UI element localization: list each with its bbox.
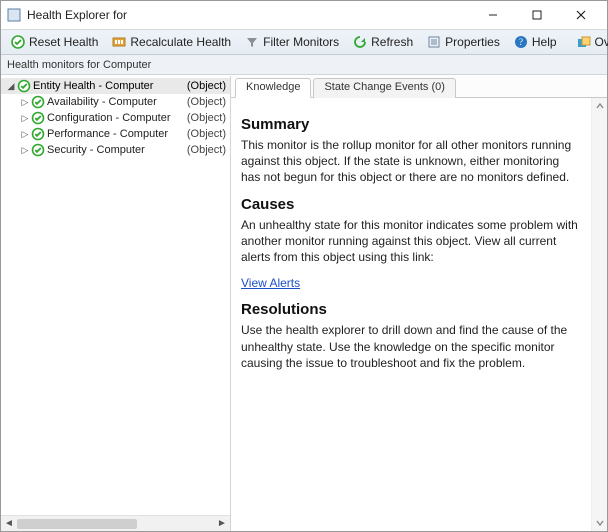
help-icon: ? bbox=[514, 35, 528, 49]
tree-label: Availability - Computer bbox=[47, 96, 187, 108]
health-ok-icon bbox=[31, 111, 45, 125]
properties-button[interactable]: Properties bbox=[421, 33, 506, 51]
subheader-target: Computer bbox=[103, 59, 151, 71]
tab-knowledge[interactable]: Knowledge bbox=[235, 78, 311, 98]
window-title: Health Explorer for bbox=[27, 8, 471, 22]
view-alerts-link[interactable]: View Alerts bbox=[241, 276, 300, 290]
horizontal-scrollbar[interactable]: ◄ ► bbox=[1, 515, 230, 531]
toolbar-label: Reset Health bbox=[29, 35, 98, 49]
health-ok-icon bbox=[31, 143, 45, 157]
filter-icon bbox=[245, 35, 259, 49]
tree-type: (Object) bbox=[187, 112, 226, 124]
toolbar-label: Filter Monitors bbox=[263, 35, 339, 49]
resolutions-text: Use the health explorer to drill down an… bbox=[241, 322, 579, 371]
tree-row[interactable]: ▷ Performance - Computer(Object) bbox=[1, 126, 230, 142]
minimize-button[interactable] bbox=[471, 2, 515, 28]
tree-type: (Object) bbox=[187, 96, 226, 108]
overrides-icon bbox=[577, 35, 591, 49]
content-area: Summary This monitor is the rollup monit… bbox=[231, 98, 607, 531]
filter-monitors-button[interactable]: Filter Monitors bbox=[239, 33, 345, 51]
tree-row[interactable]: ▷ Availability - Computer(Object) bbox=[1, 94, 230, 110]
toolbar: Reset Health Recalculate Health Filter M… bbox=[1, 29, 607, 55]
tree-label: Security - Computer bbox=[47, 144, 187, 156]
scroll-right-arrow[interactable]: ► bbox=[214, 517, 230, 531]
resolutions-heading: Resolutions bbox=[241, 301, 579, 318]
scroll-up-arrow[interactable] bbox=[592, 98, 607, 114]
reset-health-button[interactable]: Reset Health bbox=[5, 33, 104, 51]
tab-state-change-events[interactable]: State Change Events (0) bbox=[313, 78, 455, 98]
scroll-thumb[interactable] bbox=[17, 519, 137, 529]
subheader: Health monitors for Computer bbox=[1, 55, 607, 75]
properties-icon bbox=[427, 35, 441, 49]
tree-expander-icon[interactable]: ◢ bbox=[5, 81, 17, 92]
left-pane: ◢Entity Health - Computer(Object)▷Availa… bbox=[1, 76, 231, 531]
close-button[interactable] bbox=[559, 2, 603, 28]
scroll-left-arrow[interactable]: ◄ bbox=[1, 517, 17, 531]
tree-type: (Object) bbox=[187, 144, 226, 156]
causes-text: An unhealthy state for this monitor indi… bbox=[241, 217, 579, 266]
toolbar-label: Refresh bbox=[371, 35, 413, 49]
toolbar-label: Properties bbox=[445, 35, 500, 49]
tree-expander-icon[interactable]: ▷ bbox=[19, 145, 31, 156]
tree-label: Configuration - Computer bbox=[47, 112, 187, 124]
toolbar-label: Help bbox=[532, 35, 557, 49]
health-ok-icon bbox=[31, 127, 45, 141]
app-icon bbox=[7, 8, 21, 22]
help-button[interactable]: ? Help bbox=[508, 33, 563, 51]
vertical-scrollbar[interactable] bbox=[591, 98, 607, 531]
knowledge-body: Summary This monitor is the rollup monit… bbox=[231, 98, 591, 531]
tree-row[interactable]: ◢ Entity Health - Computer(Object) bbox=[1, 78, 230, 94]
right-pane: KnowledgeState Change Events (0) Summary… bbox=[231, 76, 607, 531]
tree-expander-icon[interactable]: ▷ bbox=[19, 97, 31, 108]
main-split: ◢Entity Health - Computer(Object)▷Availa… bbox=[1, 75, 607, 531]
svg-text:?: ? bbox=[519, 37, 523, 47]
scroll-down-arrow[interactable] bbox=[592, 515, 607, 531]
refresh-button[interactable]: Refresh bbox=[347, 33, 419, 51]
tree-row[interactable]: ▷ Security - Computer(Object) bbox=[1, 142, 230, 158]
tree-type: (Object) bbox=[187, 128, 226, 140]
summary-text: This monitor is the rollup monitor for a… bbox=[241, 137, 579, 186]
monitor-tree[interactable]: ◢Entity Health - Computer(Object)▷Availa… bbox=[1, 76, 230, 515]
tabstrip: KnowledgeState Change Events (0) bbox=[231, 76, 607, 98]
tree-expander-icon[interactable]: ▷ bbox=[19, 113, 31, 124]
recalculate-icon bbox=[112, 35, 126, 49]
check-circle-icon bbox=[11, 35, 25, 49]
subheader-prefix: Health monitors for bbox=[7, 59, 100, 71]
scroll-track[interactable] bbox=[17, 518, 214, 530]
recalculate-health-button[interactable]: Recalculate Health bbox=[106, 33, 237, 51]
tree-type: (Object) bbox=[187, 80, 226, 92]
tree-label: Entity Health - Computer bbox=[33, 80, 187, 92]
toolbar-label: Recalculate Health bbox=[130, 35, 231, 49]
health-ok-icon bbox=[17, 79, 31, 93]
window-buttons bbox=[471, 2, 603, 28]
maximize-button[interactable] bbox=[515, 2, 559, 28]
causes-heading: Causes bbox=[241, 196, 579, 213]
tree-row[interactable]: ▷ Configuration - Computer(Object) bbox=[1, 110, 230, 126]
overrides-button[interactable]: Overrides ▾ bbox=[571, 33, 608, 51]
summary-heading: Summary bbox=[241, 116, 579, 133]
tree-expander-icon[interactable]: ▷ bbox=[19, 129, 31, 140]
toolbar-label: Overrides bbox=[595, 35, 608, 49]
tree-label: Performance - Computer bbox=[47, 128, 187, 140]
titlebar: Health Explorer for bbox=[1, 1, 607, 29]
refresh-icon bbox=[353, 35, 367, 49]
health-ok-icon bbox=[31, 95, 45, 109]
